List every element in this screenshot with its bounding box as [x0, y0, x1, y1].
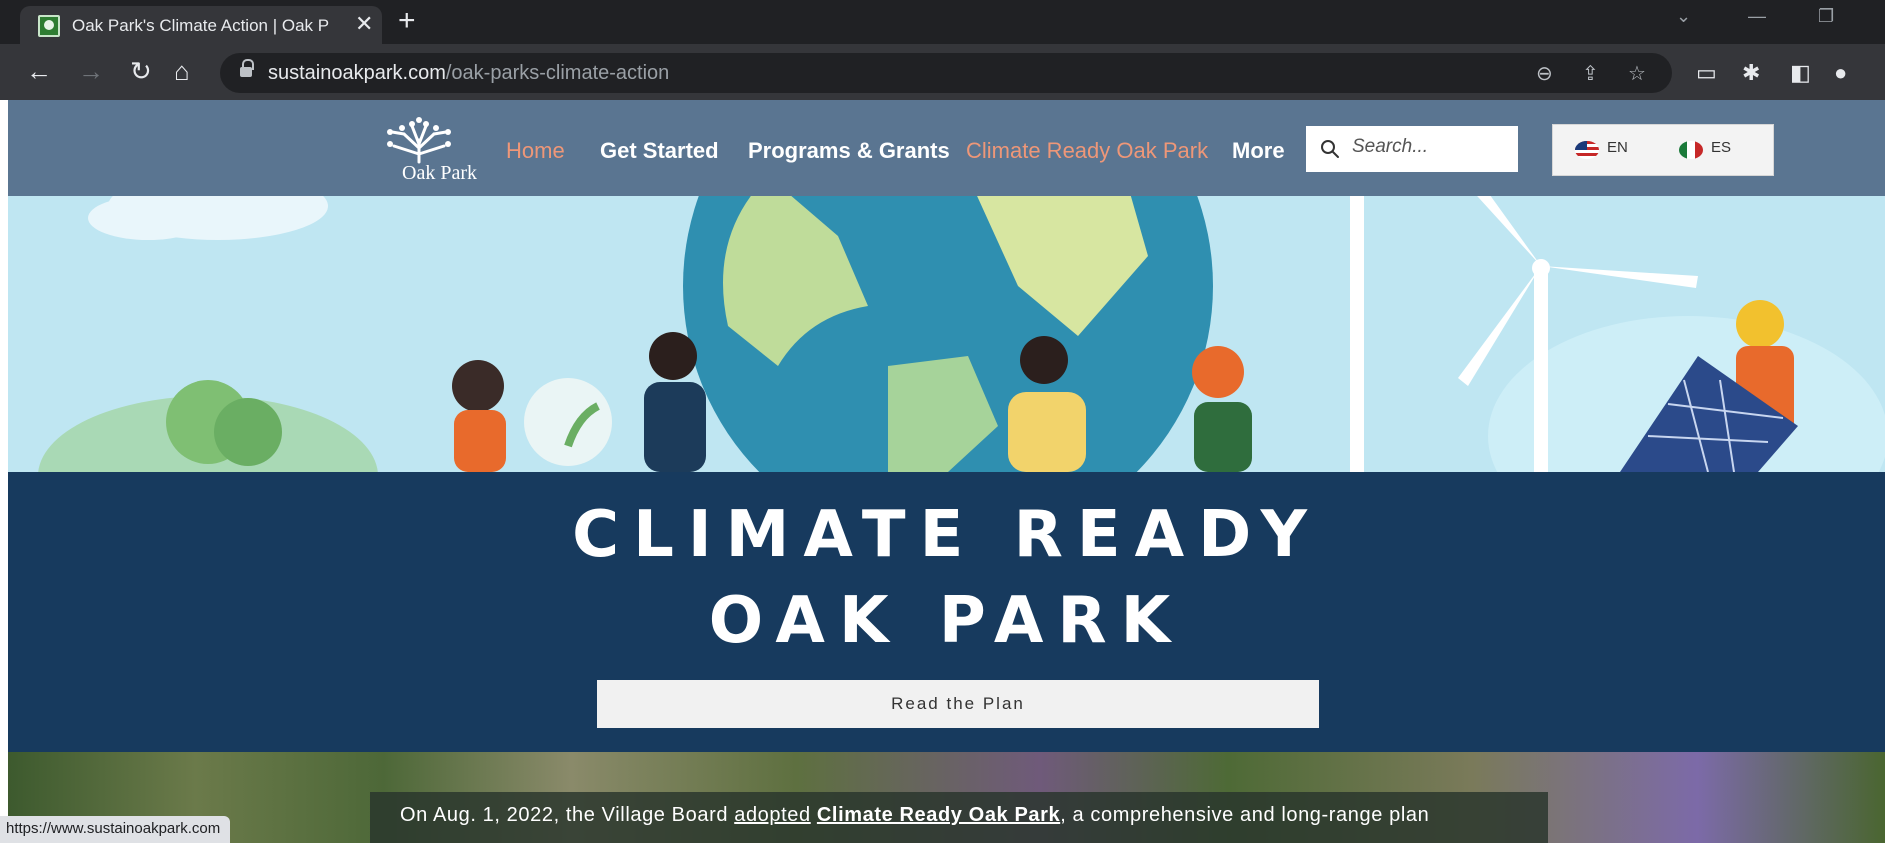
side-panel-icon[interactable]: ◧ — [1790, 60, 1811, 86]
new-tab-icon[interactable]: + — [398, 6, 416, 36]
mexico-flag-icon[interactable] — [1679, 141, 1703, 159]
language-switcher: EN ES — [1552, 124, 1774, 176]
nav-programs-grants[interactable]: Programs & Grants — [748, 138, 950, 164]
intro-panel: On Aug. 1, 2022, the Village Board adopt… — [370, 792, 1548, 843]
minimize-icon[interactable]: — — [1748, 6, 1766, 27]
garden-photo-strip: On Aug. 1, 2022, the Village Board adopt… — [8, 752, 1885, 843]
tab-title: Oak Park's Climate Action | Oak P — [72, 16, 330, 35]
climate-ready-plan-link[interactable]: Climate Ready Oak Park — [817, 804, 1060, 826]
hero-title-line1: CLIMATE READY — [572, 498, 1321, 572]
link-status-url: https://www.sustainoakpark.com — [0, 816, 231, 843]
hero-illustration — [8, 196, 1885, 472]
tab-search-chevron-icon[interactable]: ⌄ — [1676, 6, 1691, 27]
read-the-plan-button[interactable]: Read the Plan — [597, 680, 1319, 728]
browser-tabstrip: Oak Park's Climate Action | Oak P ✕ + ⌄ … — [0, 0, 1885, 44]
address-bar[interactable]: sustainoakpark.com/oak-parks-climate-act… — [220, 53, 1672, 93]
lock-icon[interactable] — [240, 59, 254, 79]
hero-title-line2: OAK PARK — [708, 584, 1185, 658]
address-url[interactable]: sustainoakpark.com/oak-parks-climate-act… — [268, 62, 669, 85]
reload-icon[interactable]: ↻ — [130, 54, 152, 88]
nav-climate-ready[interactable]: Climate Ready Oak Park — [966, 138, 1208, 164]
tab-close-icon[interactable]: ✕ — [355, 12, 373, 36]
nav-home[interactable]: Home — [506, 138, 565, 164]
title-band: CLIMATE READY OAK PARK Read the Plan — [8, 472, 1885, 752]
oak-park-logo[interactable]: Oak Park — [374, 114, 494, 184]
bookmark-star-icon[interactable]: ☆ — [1628, 61, 1646, 86]
forward-arrow-icon[interactable]: → — [78, 54, 104, 88]
language-es[interactable]: ES — [1711, 139, 1731, 156]
oak-tree-logo-icon — [387, 117, 451, 164]
browser-tab[interactable]: Oak Park's Climate Action | Oak P ✕ — [20, 6, 382, 44]
nav-get-started[interactable]: Get Started — [600, 138, 719, 164]
search-input[interactable] — [1352, 136, 1502, 158]
browser-toolbar: ← → ↻ ⌂ sustainoakpark.com/oak-parks-cli… — [0, 44, 1885, 100]
nav-more[interactable]: More — [1232, 138, 1285, 164]
site-header: Oak Park Home Get Started Programs & Gra… — [8, 100, 1885, 196]
site-search[interactable] — [1306, 126, 1518, 172]
zoom-icon[interactable]: ⊖ — [1536, 61, 1553, 86]
back-arrow-icon[interactable]: ← — [26, 54, 52, 88]
share-icon[interactable]: ⇪ — [1582, 61, 1599, 86]
climate-hero-illustration — [38, 196, 1885, 472]
home-icon[interactable]: ⌂ — [174, 54, 190, 88]
adopted-link[interactable]: adopted — [734, 804, 811, 826]
site-favicon-icon — [38, 15, 60, 37]
language-en[interactable]: EN — [1607, 139, 1628, 156]
extension-icon[interactable]: ▭ — [1696, 60, 1717, 86]
restore-window-icon[interactable]: ❐ — [1818, 6, 1834, 27]
us-flag-icon[interactable] — [1575, 141, 1599, 159]
puzzle-extensions-icon[interactable]: ✱ — [1742, 60, 1760, 86]
search-icon[interactable] — [1320, 139, 1340, 159]
intro-paragraph: On Aug. 1, 2022, the Village Board adopt… — [400, 804, 1430, 826]
profile-avatar-icon[interactable]: ● — [1834, 60, 1847, 86]
logo-text: Oak Park — [402, 162, 477, 184]
